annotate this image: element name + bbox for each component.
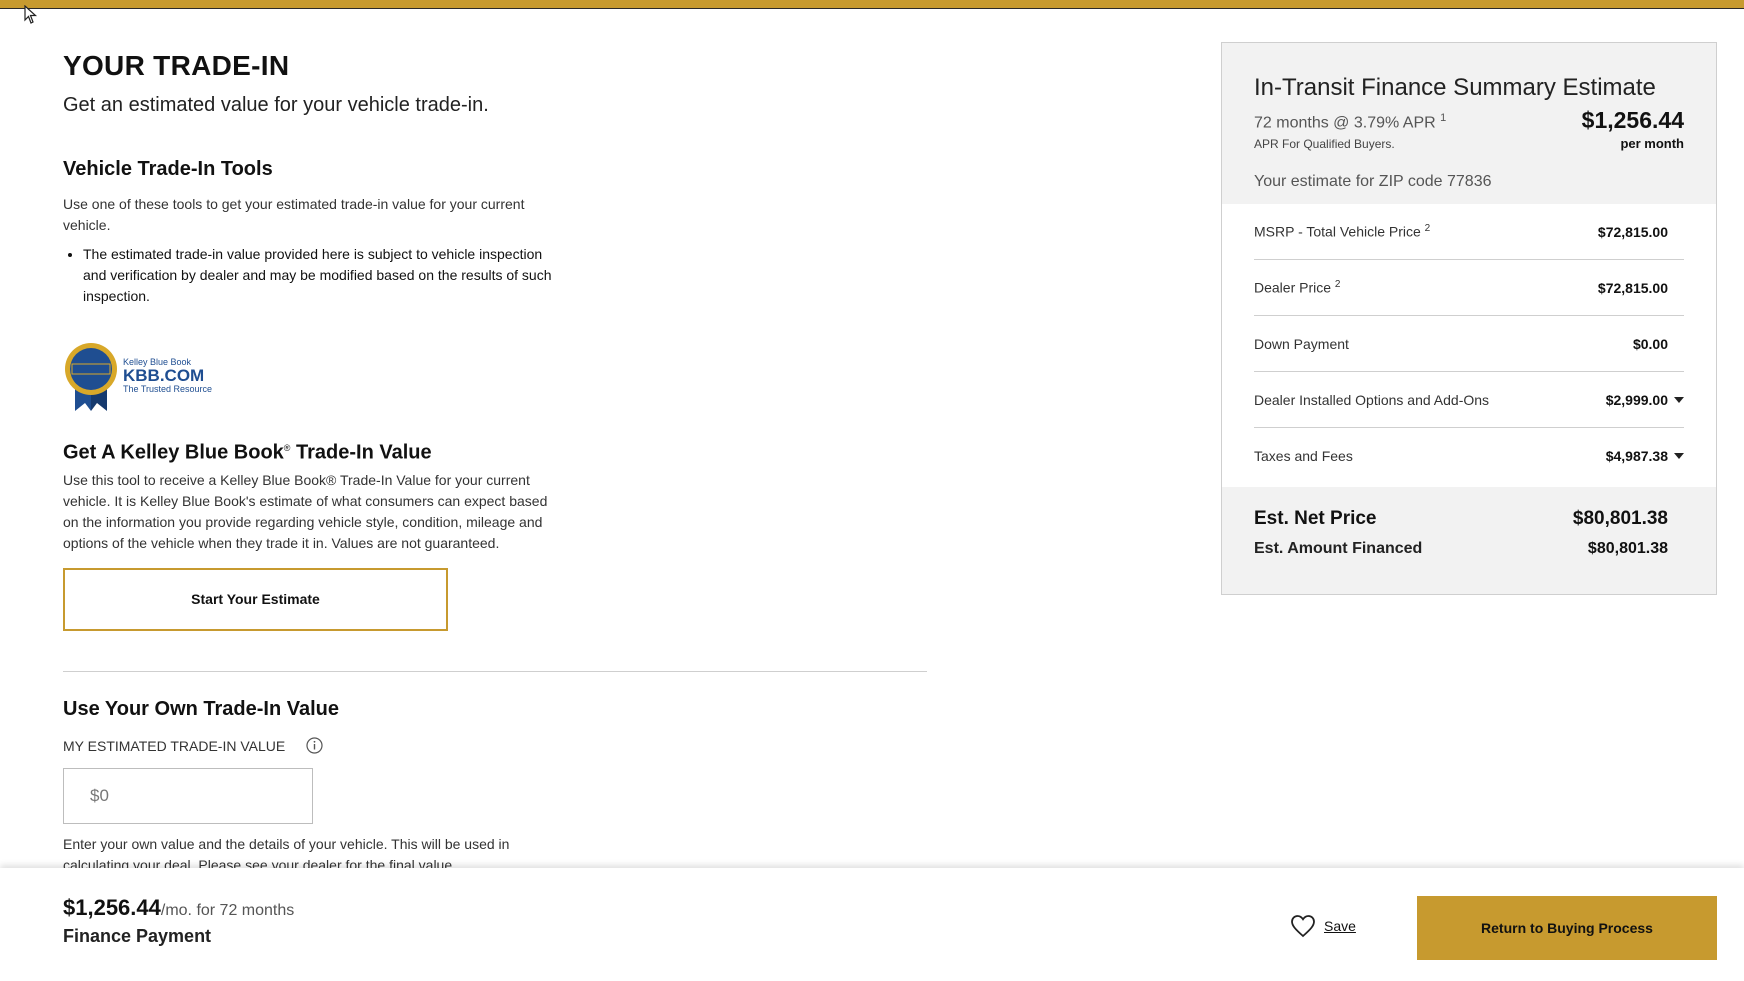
page-title: YOUR TRADE-IN (63, 50, 290, 81)
tools-bullet: The estimated trade-in value provided he… (83, 244, 563, 307)
own-value-label: MY ESTIMATED TRADE-IN VALUE (63, 737, 286, 754)
kbb-description: Use this tool to receive a Kelley Blue B… (63, 471, 548, 551)
summary-qualified-note: APR For Qualified Buyers. (1254, 137, 1395, 152)
section-divider (63, 670, 927, 672)
summary-header: In-Transit Finance Summary Estimate 72 m… (1222, 43, 1716, 204)
heart-icon[interactable] (1290, 914, 1316, 938)
line-footnote[interactable]: 2 (1335, 279, 1341, 290)
kbb-title: Get A Kelley Blue Book® Trade-In Value (63, 435, 933, 466)
line-msrp: MSRP - Total Vehicle Price 2 $72,815.00 (1254, 204, 1684, 260)
bottom-price: $1,256.44/mo. for 72 months (63, 895, 294, 924)
trade-in-value-input[interactable] (63, 767, 313, 824)
mouse-cursor-icon (24, 5, 38, 24)
summary-title: In-Transit Finance Summary Estimate (1254, 74, 1656, 101)
start-estimate-button[interactable]: Start Your Estimate (63, 567, 448, 631)
net-price-value: $80,801.38 (1572, 508, 1668, 529)
line-value: $2,999.00 (1605, 391, 1668, 408)
kbb-title-end: Trade-In Value (290, 441, 432, 464)
info-icon[interactable] (306, 737, 323, 754)
save-button[interactable]: Save (1290, 914, 1356, 938)
page-subtitle: Get an estimated value for your vehicle … (63, 94, 489, 116)
amount-financed-label: Est. Amount Financed (1254, 540, 1423, 557)
line-label: MSRP - Total Vehicle Price 2 (1254, 223, 1430, 240)
kbb-logo-text: Kelley Blue Book KBB.COM The Trusted Res… (123, 357, 212, 394)
net-price-row: Est. Net Price $80,801.38 (1254, 507, 1668, 531)
net-price-label: Est. Net Price (1254, 508, 1377, 529)
line-value-wrap: $4,987.38 (1606, 448, 1684, 464)
bottom-price-suffix: /mo. for 72 months (160, 902, 295, 919)
summary-totals: Est. Net Price $80,801.38 Est. Amount Fi… (1222, 487, 1716, 560)
bottom-price-value: $1,256.44 (63, 895, 161, 920)
summary-per-month: per month (1620, 136, 1684, 152)
return-to-buying-button[interactable]: Return to Buying Process (1417, 896, 1717, 960)
bottom-payment-label: Finance Payment (63, 926, 212, 946)
summary-apr: 72 months @ 3.79% APR 1 (1254, 107, 1446, 134)
kbb-logo-big: KBB.COM (123, 365, 205, 385)
line-taxes-fees[interactable]: Taxes and Fees $4,987.38 (1254, 428, 1684, 484)
top-accent-bar (0, 0, 1744, 8)
kbb-logo-small: Kelley Blue Book (123, 356, 192, 367)
trade-in-main: YOUR TRADE-IN Get an estimated value for… (63, 48, 933, 876)
summary-zip: Your estimate for ZIP code 77836 (1254, 173, 1492, 191)
line-label: Down Payment (1254, 335, 1349, 352)
line-label-text: MSRP - Total Vehicle Price (1254, 223, 1421, 240)
summary-qualified-row: APR For Qualified Buyers. per month (1254, 134, 1684, 154)
summary-monthly-payment: $1,256.44 (1581, 107, 1684, 133)
line-value: $72,815.00 (1597, 223, 1668, 240)
line-down-payment: Down Payment $0.00 (1254, 316, 1684, 372)
amount-financed-row: Est. Amount Financed $80,801.38 (1254, 538, 1668, 560)
summary-apr-row: 72 months @ 3.79% APR 1 $1,256.44 (1254, 107, 1684, 134)
amount-financed-value: $80,801.38 (1587, 540, 1668, 557)
kbb-logo-tagline: The Trusted Resource (123, 383, 213, 394)
line-dealer-price: Dealer Price 2 $72,815.00 (1254, 260, 1684, 316)
line-label-text: Dealer Price (1254, 279, 1332, 296)
line-value-wrap: $2,999.00 (1606, 392, 1684, 408)
line-value: $4,987.38 (1605, 448, 1668, 464)
own-value-label-row: MY ESTIMATED TRADE-IN VALUE (63, 736, 933, 756)
line-label: Dealer Installed Options and Add-Ons (1254, 391, 1490, 408)
line-label: Taxes and Fees (1254, 448, 1353, 464)
kbb-logo: Kelley Blue Book KBB.COM The Trusted Res… (63, 339, 933, 411)
kbb-badge-icon (65, 343, 117, 411)
line-label: Dealer Price 2 (1254, 279, 1340, 296)
chevron-down-icon[interactable] (1674, 453, 1684, 459)
chevron-down-icon[interactable] (1674, 396, 1684, 403)
summary-apr-text: 72 months @ 3.79% APR (1254, 114, 1436, 132)
line-value: $0.00 (1632, 335, 1668, 352)
line-footnote[interactable]: 2 (1425, 223, 1431, 234)
finance-summary-panel: In-Transit Finance Summary Estimate 72 m… (1221, 42, 1717, 595)
summary-apr-footnote[interactable]: 1 (1440, 112, 1446, 124)
bottom-payment-bar: $1,256.44/mo. for 72 months Finance Paym… (0, 868, 1744, 981)
tools-bullet-list: The estimated trade-in value provided he… (63, 244, 563, 307)
summary-line-items: MSRP - Total Vehicle Price 2 $72,815.00 … (1222, 204, 1716, 487)
tools-description: Use one of these tools to get your estim… (63, 196, 525, 233)
line-value: $72,815.00 (1597, 279, 1668, 296)
line-dealer-options[interactable]: Dealer Installed Options and Add-Ons $2,… (1254, 372, 1684, 428)
own-value-title: Use Your Own Trade-In Value (63, 697, 340, 720)
kbb-title-main: Get A Kelley Blue Book (63, 441, 284, 464)
save-link[interactable]: Save (1324, 918, 1356, 934)
tools-title: Vehicle Trade-In Tools (63, 158, 273, 180)
